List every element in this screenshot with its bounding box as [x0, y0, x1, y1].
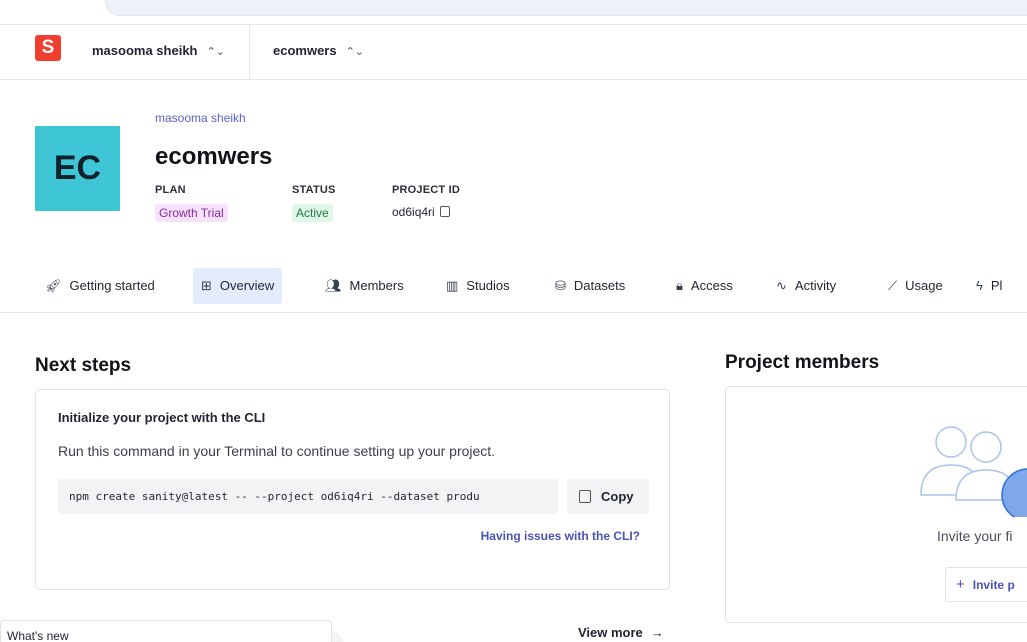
rocket-icon: 🚀︎	[45, 278, 62, 293]
tab-members[interactable]: 👥︎ Members	[317, 268, 412, 304]
tab-overview[interactable]: ⊞ Overview	[193, 268, 283, 304]
database-icon: ⛁	[555, 278, 566, 293]
project-id-label: PROJECT ID	[392, 184, 461, 196]
cli-help-link[interactable]: Having issues with the CLI?	[481, 529, 640, 543]
tab-label: Getting started	[69, 278, 155, 293]
sanity-logo[interactable]: S	[35, 35, 61, 61]
tab-activity[interactable]: ∿ Activity	[768, 268, 844, 304]
arrow-right-icon: →	[650, 625, 664, 640]
invite-text: Invite your fi	[937, 528, 1013, 544]
page-title: ecomwers	[155, 143, 273, 170]
tab-datasets[interactable]: ⛁ Datasets	[547, 268, 633, 304]
plan-label: PLAN	[155, 184, 186, 196]
whats-new-card[interactable]: What's new	[0, 620, 332, 642]
invite-label: Invite p	[972, 578, 1015, 592]
plug-icon: ϟ	[976, 278, 983, 293]
project-id: od6iq4ri	[392, 205, 450, 219]
status-label: STATUS	[292, 184, 336, 196]
view-more-label: View more	[578, 625, 643, 640]
organization-link[interactable]: masooma sheikh	[155, 111, 246, 125]
project-id-value: od6iq4ri	[392, 205, 435, 219]
cli-card: Initialize your project with the CLI Run…	[35, 389, 670, 590]
divider	[249, 25, 250, 79]
tab-studios[interactable]: ▥ Studios	[438, 268, 518, 304]
project-tabs: 🚀︎ Getting started ⊞ Overview 👥︎ Members ▥ S…	[0, 268, 1027, 313]
copy-button[interactable]: Copy	[567, 479, 649, 514]
whats-new-label: What's new	[7, 629, 69, 642]
next-steps-heading: Next steps	[35, 355, 132, 376]
tab-plugins[interactable]: ϟ Pl	[968, 268, 1010, 304]
copy-label: Copy	[601, 489, 634, 504]
organization-name: masooma sheikh	[92, 43, 198, 58]
tab-usage[interactable]: ⟋ Usage	[880, 268, 951, 304]
project-name: ecomwers	[273, 43, 337, 58]
project-switcher[interactable]: ecomwers ⌃⌄	[273, 43, 364, 58]
tab-label: Members	[349, 278, 404, 293]
plan-badge: Growth Trial	[155, 204, 228, 222]
browser-top-strip	[0, 0, 1027, 22]
project-members-heading: Project members	[725, 352, 880, 373]
invite-button[interactable]: + Invite p	[945, 567, 1027, 602]
members-illustration-icon	[920, 426, 1027, 517]
lock-icon: 🔒︎	[676, 278, 683, 293]
cli-command[interactable]: npm create sanity@latest -- --project od…	[58, 479, 558, 514]
users-icon: 👥︎	[325, 278, 342, 293]
overview-icon: ⊞	[201, 278, 212, 293]
tab-label: Activity	[794, 278, 837, 293]
activity-icon: ∿	[776, 278, 787, 293]
tab-label: Studios	[466, 278, 510, 293]
card-title: Initialize your project with the CLI	[58, 410, 266, 425]
studio-icon: ▥	[446, 278, 459, 293]
copy-icon	[579, 490, 591, 503]
plus-icon: +	[956, 576, 965, 593]
tab-label: Usage	[905, 278, 943, 293]
members-card: Invite your fi + Invite p	[725, 386, 1027, 623]
chart-icon: ⟋	[888, 278, 898, 293]
tab-access[interactable]: 🔒︎ Access	[668, 268, 741, 304]
card-description: Run this command in your Terminal to con…	[58, 443, 496, 459]
chevron-up-down-icon: ⌃⌄	[206, 46, 225, 58]
project-avatar: EC	[35, 126, 120, 211]
tab-label: Datasets	[573, 278, 626, 293]
tab-getting-started[interactable]: 🚀︎ Getting started	[37, 268, 163, 304]
search-pill[interactable]	[105, 0, 1027, 16]
tab-label: Pl	[990, 278, 1003, 293]
org-bar: S masooma sheikh ⌃⌄ ecomwers ⌃⌄	[0, 24, 1027, 80]
tab-label: Access	[690, 278, 733, 293]
copy-icon[interactable]	[439, 206, 450, 217]
tab-label: Overview	[219, 278, 275, 293]
organization-switcher[interactable]: masooma sheikh ⌃⌄	[92, 43, 225, 58]
view-more-link[interactable]: View more →	[578, 625, 664, 640]
chevron-up-down-icon: ⌃⌄	[345, 46, 365, 58]
status-badge: Active	[292, 204, 333, 222]
